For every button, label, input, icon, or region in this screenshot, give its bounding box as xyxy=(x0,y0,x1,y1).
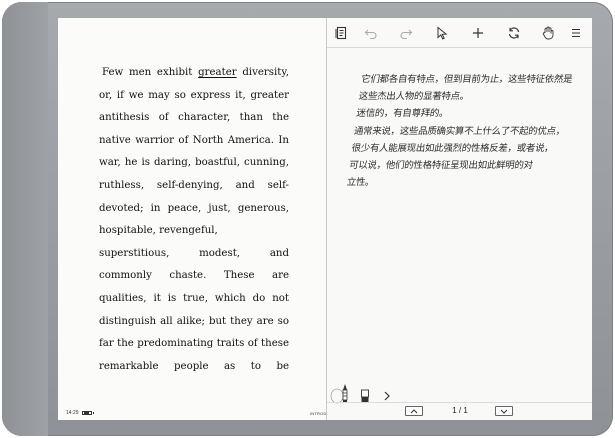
status-time: 14:29 xyxy=(66,410,79,416)
undo-icon[interactable] xyxy=(362,24,380,42)
book-line: remarkable people as to be xyxy=(99,360,289,372)
handwriting-line: 它们都各自有特点，但到目前为止，这些特征依然是 xyxy=(360,74,574,85)
page-indicator: 1 / 1 xyxy=(452,406,468,415)
device-bezel xyxy=(2,2,48,436)
book-line: far the predominating traits of these xyxy=(99,338,289,350)
select-icon[interactable] xyxy=(433,24,451,42)
book-line: ruthless, self-denying, and self- xyxy=(99,179,289,191)
book-line: antithesis of character, than the xyxy=(99,112,289,124)
highlighted-word[interactable]: greater xyxy=(198,67,237,78)
menu-icon[interactable] xyxy=(567,24,585,42)
hand-icon[interactable] xyxy=(539,24,557,42)
book-text: Few men exhibit greater diversity, or, i… xyxy=(99,62,289,378)
handwriting-line: 很少有人能展现出如此强烈的性格反差，或者说， xyxy=(350,142,555,154)
book-line: or, if we may so express it, greater xyxy=(99,89,289,101)
battery-icon xyxy=(82,411,92,415)
book-line: qualities, it is true, which do not xyxy=(99,292,289,304)
redo-icon[interactable] xyxy=(397,24,415,42)
handwriting-line: 这些杰出人物的显著特点。 xyxy=(358,91,470,103)
book-text-fragment: Few men exhibit xyxy=(102,67,199,78)
e-reader-screen: Few men exhibit greater diversity, or, i… xyxy=(58,18,592,420)
handwriting-line: 迷信的，有自尊拜的。 xyxy=(355,108,449,120)
sync-icon[interactable] xyxy=(505,24,523,42)
book-line: commonly chaste. These are xyxy=(99,270,289,282)
book-line: distinguish all alike; but they are so xyxy=(99,315,289,327)
book-page[interactable]: Few men exhibit greater diversity, or, i… xyxy=(58,18,329,420)
chevron-right-icon[interactable] xyxy=(382,390,392,402)
previous-page-button[interactable] xyxy=(405,406,423,416)
handwritten-notes[interactable]: 它们都各自有特点，但到目前为止，这些特征依然是 这些杰出人物的显著特点。 迷信的… xyxy=(346,71,592,191)
battery-cap xyxy=(93,412,94,414)
chevron-up-icon xyxy=(410,408,418,413)
add-icon[interactable] xyxy=(469,24,487,42)
book-line: hospitable, revengeful, xyxy=(99,225,218,237)
handwriting-line: 通常来说，这些品质确实算不上什么了不起的优点， xyxy=(353,125,566,137)
book-line: devoted; in peace, just, generous, xyxy=(99,202,289,214)
next-page-button[interactable] xyxy=(495,406,513,416)
chevron-down-icon xyxy=(500,409,508,414)
eraser-icon[interactable] xyxy=(360,389,370,403)
notes-toolbar xyxy=(327,18,592,48)
book-line: superstitious, modest, and xyxy=(99,247,289,259)
book-line: war, he is daring, boastful, cunning, xyxy=(99,157,289,169)
book-line: native warrior of North America. In xyxy=(99,134,289,146)
book-line: Few men exhibit greater diversity, xyxy=(99,62,289,85)
handwriting-line: 可以说，他们的性格特征呈现出如此鲜明的对 xyxy=(348,160,534,172)
book-text-fragment: diversity, xyxy=(236,67,289,78)
handwriting-line: 立性。 xyxy=(345,177,376,189)
template-icon[interactable] xyxy=(333,24,351,42)
notes-pane[interactable]: 它们都各自有特点，但到目前为止，这些特征依然是 这些杰出人物的显著特点。 迷信的… xyxy=(327,18,592,420)
page-navigation: 1 / 1 xyxy=(327,402,592,420)
